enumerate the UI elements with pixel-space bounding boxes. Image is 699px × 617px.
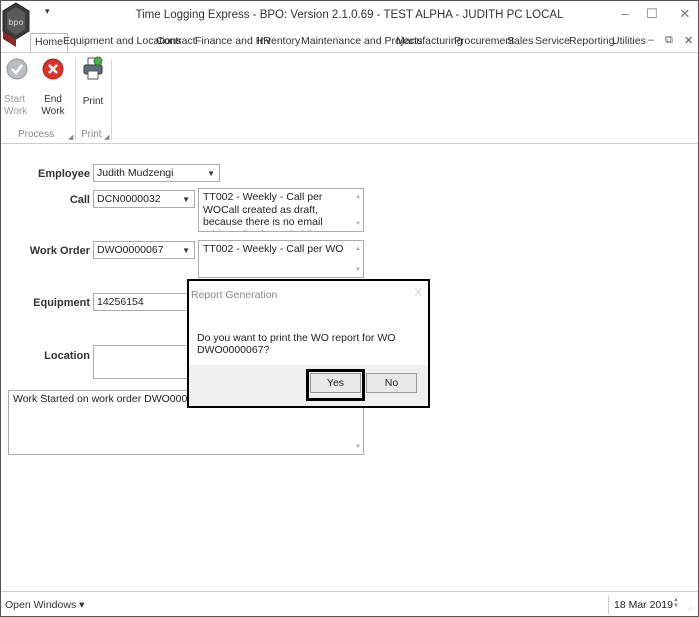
- open-windows-menu[interactable]: Open Windows ▾: [5, 599, 84, 611]
- scroll-up-icon[interactable]: ▲: [355, 243, 361, 256]
- equipment-label: Equipment: [33, 297, 90, 309]
- report-generation-dialog: Report Generation X Do you want to print…: [187, 279, 430, 408]
- ribbon-group-divider: [111, 59, 112, 141]
- scroll-down-icon[interactable]: ▼: [355, 441, 361, 454]
- end-work-label: End Work: [41, 94, 65, 117]
- scroll-down-icon[interactable]: ▼: [355, 218, 361, 231]
- status-bar: Open Windows ▾ 18 Mar 2019 ▲ ▼ ⁘: [1, 591, 698, 616]
- print-group-label: Print: [81, 129, 102, 140]
- printer-icon: [83, 56, 103, 80]
- date-value: 18 Mar 2019: [614, 599, 673, 611]
- equipment-field[interactable]: 14256154: [93, 293, 195, 311]
- print-button[interactable]: Print: [81, 56, 105, 108]
- scroll-down-icon[interactable]: ▼: [355, 264, 361, 277]
- employee-label: Employee: [38, 168, 90, 180]
- call-description: TT002 - Weekly - Call per WOCall created…: [203, 191, 326, 231]
- work-order-value: DWO0000067: [97, 244, 164, 256]
- call-label: Call: [69, 194, 90, 206]
- dialog-message: Do you want to print the WO report for W…: [197, 332, 396, 356]
- chevron-down-icon: ▼: [207, 169, 215, 178]
- end-work-button[interactable]: End Work: [34, 58, 72, 118]
- process-group-label: Process: [18, 129, 55, 140]
- title-bar: bpo ▾ Time Logging Express - BPO: Versio…: [1, 1, 698, 47]
- ribbon-group-divider: [75, 59, 76, 141]
- chevron-down-icon: ▼: [182, 195, 190, 204]
- chevron-down-icon: ▼: [182, 246, 190, 255]
- ribbon-tabs: Home Equipment and Locations Contract Fi…: [1, 31, 698, 53]
- tab-reporting[interactable]: Reporting: [569, 35, 615, 47]
- ribbon-minimize-icon[interactable]: –: [648, 34, 654, 46]
- resize-grip-icon[interactable]: ⁘: [687, 604, 695, 615]
- equipment-value: 14256154: [97, 296, 144, 308]
- call-description-box[interactable]: TT002 - Weekly - Call per WOCall created…: [198, 188, 364, 232]
- stop-x-icon: [42, 58, 64, 80]
- dialog-button-bar: Yes No: [189, 365, 428, 406]
- tab-service[interactable]: Service: [535, 35, 570, 47]
- tab-sales[interactable]: Sales: [507, 35, 533, 47]
- tab-manufacturing[interactable]: Manufacturing: [396, 35, 463, 47]
- dialog-close-icon[interactable]: X: [415, 287, 422, 299]
- dialog-title: Report Generation: [191, 289, 278, 301]
- ribbon-panel: Start Work End Work Print Process ◢ Prin…: [1, 52, 698, 144]
- ribbon-close-icon[interactable]: ✕: [684, 34, 693, 47]
- employee-value: Judith Mudzengi: [97, 167, 174, 179]
- call-dropdown[interactable]: DCN0000032 ▼: [93, 190, 195, 208]
- ribbon-restore-icon[interactable]: ⧉: [665, 34, 673, 47]
- yes-button[interactable]: Yes: [310, 373, 361, 393]
- work-order-label: Work Order: [29, 245, 90, 257]
- work-order-description-box[interactable]: TT002 - Weekly - Call per WO ▲ ▼: [198, 240, 364, 278]
- employee-dropdown[interactable]: Judith Mudzengi ▼: [93, 164, 220, 182]
- location-label: Location: [44, 350, 90, 362]
- date-spinner-icon[interactable]: ▲ ▼: [673, 597, 679, 609]
- window-title: Time Logging Express - BPO: Version 2.1.…: [135, 9, 564, 21]
- maximize-button[interactable]: ☐: [640, 5, 664, 23]
- date-field[interactable]: 18 Mar 2019: [608, 596, 682, 614]
- start-work-button[interactable]: Start Work: [4, 58, 30, 118]
- no-button[interactable]: No: [366, 373, 417, 393]
- print-label: Print: [82, 96, 104, 107]
- process-group-launcher-icon[interactable]: ◢: [68, 133, 73, 141]
- tab-inventory[interactable]: Inventory: [257, 35, 300, 47]
- start-work-label: Start Work: [4, 94, 28, 117]
- tab-contract[interactable]: Contract: [156, 35, 196, 47]
- tab-utilities[interactable]: Utilities: [612, 35, 646, 47]
- location-field[interactable]: [93, 345, 195, 379]
- work-order-description: TT002 - Weekly - Call per WO: [203, 243, 344, 255]
- work-order-dropdown[interactable]: DWO0000067 ▼: [93, 241, 195, 259]
- call-value: DCN0000032: [97, 193, 161, 205]
- scroll-up-icon[interactable]: ▲: [355, 191, 361, 204]
- close-button[interactable]: ✕: [673, 5, 697, 23]
- print-group-launcher-icon[interactable]: ◢: [104, 133, 109, 141]
- checkmark-icon: [6, 58, 28, 80]
- minimize-button[interactable]: –: [613, 5, 637, 23]
- tab-procurement[interactable]: Procurement: [454, 35, 514, 47]
